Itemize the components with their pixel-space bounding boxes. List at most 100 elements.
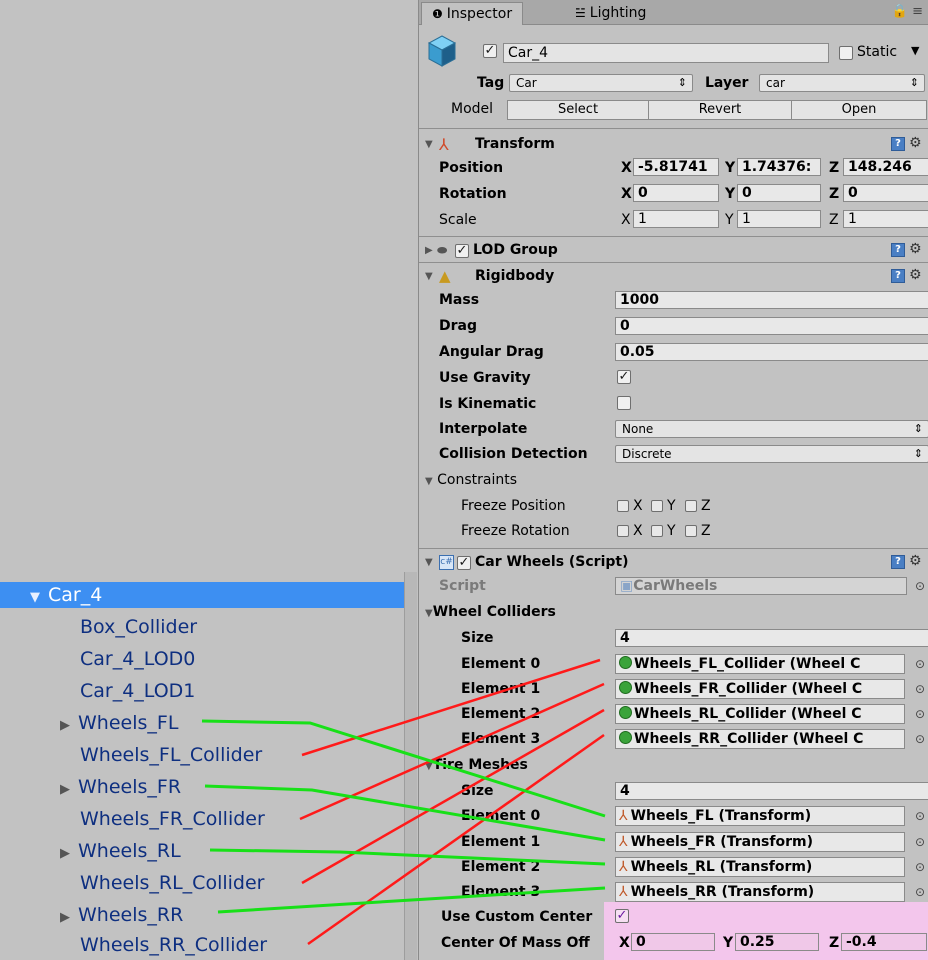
fold-arrow-icon[interactable]: ▼ <box>425 608 433 619</box>
axis-x-label[interactable]: X <box>621 160 632 176</box>
wheel-colliders-foldout[interactable]: ▼Wheel Colliders <box>425 604 556 620</box>
axis-y-label[interactable]: Y <box>725 212 734 228</box>
position-z-field[interactable]: 148.246 <box>843 158 928 176</box>
car-wheels-enabled-checkbox[interactable]: ✓ <box>457 556 471 570</box>
axis-x-label[interactable]: X <box>621 186 632 202</box>
axis-z-label[interactable]: Z <box>829 186 839 202</box>
collider-element-0-field[interactable]: Wheels_FL_Collider (Wheel C <box>615 654 905 674</box>
constraints-foldout[interactable]: ▼ Constraints <box>425 472 517 488</box>
hierarchy-item-car-4[interactable]: ▼ Car_4 <box>0 582 404 608</box>
tab-inspector[interactable]: ❶ Inspector <box>421 2 524 25</box>
hierarchy-item-car-4-lod1[interactable]: Car_4_LOD1 <box>0 678 404 704</box>
expand-arrow-icon[interactable]: ▶ <box>60 777 78 803</box>
object-picker-icon[interactable]: ⊙ <box>915 682 925 696</box>
expand-arrow-icon[interactable]: ▼ <box>0 585 48 611</box>
hierarchy-item-car-4-lod0[interactable]: Car_4_LOD0 <box>0 646 404 672</box>
object-picker-icon[interactable]: ⊙ <box>915 860 925 874</box>
hierarchy-item-wheels-fr[interactable]: ▶ Wheels_FR <box>0 774 404 800</box>
hierarchy-item-wheels-rl[interactable]: ▶ Wheels_RL <box>0 838 404 864</box>
hierarchy-item-wheels-fl[interactable]: ▶ Wheels_FL <box>0 710 404 736</box>
position-y-field[interactable]: 1.74376: <box>737 158 821 176</box>
help-icon[interactable]: ? <box>891 243 905 257</box>
interpolate-dropdown[interactable]: None ⇕ <box>615 420 928 438</box>
gear-icon[interactable]: ⚙ <box>909 135 922 151</box>
lod-group-enabled-checkbox[interactable]: ✓ <box>455 244 469 258</box>
position-x-field[interactable]: -5.81741 <box>633 158 719 176</box>
use-custom-center-checkbox[interactable]: ✓ <box>615 909 629 923</box>
hierarchy-scrollbar[interactable] <box>404 572 417 960</box>
help-icon[interactable]: ? <box>891 555 905 569</box>
freeze-rotation-y-checkbox[interactable] <box>651 525 663 537</box>
tire-element-1-field[interactable]: ⅄ Wheels_FR (Transform) <box>615 832 905 852</box>
axis-z-label[interactable]: Z <box>829 935 839 951</box>
freeze-rotation-x-checkbox[interactable] <box>617 525 629 537</box>
tire-element-3-field[interactable]: ⅄ Wheels_RR (Transform) <box>615 882 905 902</box>
use-gravity-checkbox[interactable]: ✓ <box>617 370 631 384</box>
object-name-field[interactable]: Car_4 <box>503 43 829 63</box>
freeze-position-z-checkbox[interactable] <box>685 500 697 512</box>
revert-button[interactable]: Revert <box>648 100 792 120</box>
hierarchy-item-wheels-fr-collider[interactable]: Wheels_FR_Collider <box>0 806 404 832</box>
mass-field[interactable]: 1000 <box>615 291 928 309</box>
freeze-position-x-checkbox[interactable] <box>617 500 629 512</box>
axis-z-label[interactable]: Z <box>829 212 839 228</box>
rotation-x-field[interactable]: 0 <box>633 184 719 202</box>
drag-field[interactable]: 0 <box>615 317 928 335</box>
axis-x-label[interactable]: X <box>619 935 630 951</box>
scale-z-field[interactable]: 1 <box>843 210 928 228</box>
collider-element-2-field[interactable]: Wheels_RL_Collider (Wheel C <box>615 704 905 724</box>
freeze-position-y-checkbox[interactable] <box>651 500 663 512</box>
fold-arrow-icon[interactable]: ▼ <box>425 476 433 487</box>
center-x-field[interactable]: 0 <box>631 933 715 951</box>
tire-element-0-field[interactable]: ⅄ Wheels_FL (Transform) <box>615 806 905 826</box>
center-y-field[interactable]: 0.25 <box>735 933 819 951</box>
collider-element-3-field[interactable]: Wheels_RR_Collider (Wheel C <box>615 729 905 749</box>
expand-arrow-icon[interactable]: ▶ <box>60 841 78 867</box>
scale-x-field[interactable]: 1 <box>633 210 719 228</box>
object-picker-icon[interactable]: ⊙ <box>915 809 925 823</box>
gear-icon[interactable]: ⚙ <box>909 267 922 283</box>
active-checkbox[interactable]: ✓ <box>483 44 497 58</box>
is-kinematic-checkbox[interactable] <box>617 396 631 410</box>
axis-y-label[interactable]: Y <box>723 935 733 951</box>
colliders-size-field[interactable]: 4 <box>615 629 928 647</box>
object-picker-icon[interactable]: ⊙ <box>915 707 925 721</box>
help-icon[interactable]: ? <box>891 269 905 283</box>
rotation-z-field[interactable]: 0 <box>843 184 928 202</box>
scale-y-field[interactable]: 1 <box>737 210 821 228</box>
axis-x-label[interactable]: X <box>621 212 631 228</box>
transform-header[interactable]: ▼ ⅄ Transform ? ⚙ <box>419 134 928 156</box>
expand-arrow-icon[interactable]: ▶ <box>60 713 78 739</box>
hierarchy-item-wheels-rr-collider[interactable]: Wheels_RR_Collider <box>0 932 404 958</box>
object-picker-icon[interactable]: ⊙ <box>915 885 925 899</box>
collision-detection-dropdown[interactable]: Discrete ⇕ <box>615 445 928 463</box>
angular-drag-field[interactable]: 0.05 <box>615 343 928 361</box>
hierarchy-item-wheels-rl-collider[interactable]: Wheels_RL_Collider <box>0 870 404 896</box>
tag-dropdown[interactable]: Car ⇕ <box>509 74 693 92</box>
object-picker-icon[interactable]: ⊙ <box>915 657 925 671</box>
layer-dropdown[interactable]: car ⇕ <box>759 74 925 92</box>
gear-icon[interactable]: ⚙ <box>909 553 922 569</box>
static-checkbox[interactable] <box>839 46 853 60</box>
static-dropdown-arrow-icon[interactable]: ▼ <box>911 44 919 57</box>
fold-arrow-icon[interactable]: ▼ <box>425 557 433 568</box>
select-button[interactable]: Select <box>507 100 649 120</box>
hierarchy-item-wheels-fl-collider[interactable]: Wheels_FL_Collider <box>0 742 404 768</box>
static-label[interactable]: Static <box>857 44 897 60</box>
freeze-rotation-z-checkbox[interactable] <box>685 525 697 537</box>
collider-element-1-field[interactable]: Wheels_FR_Collider (Wheel C <box>615 679 905 699</box>
axis-z-label[interactable]: Z <box>829 160 839 176</box>
rigidbody-header[interactable]: ▼ ▲ Rigidbody ? ⚙ <box>419 266 928 288</box>
rotation-y-field[interactable]: 0 <box>737 184 821 202</box>
lod-group-header[interactable]: ▶ ⬬ ✓ LOD Group ? ⚙ <box>419 240 928 262</box>
tires-size-field[interactable]: 4 <box>615 782 928 800</box>
expand-arrow-icon[interactable]: ▶ <box>60 905 78 931</box>
tab-lighting[interactable]: ☱ Lighting <box>565 2 656 24</box>
center-z-field[interactable]: -0.4 <box>841 933 927 951</box>
hierarchy-item-wheels-rr[interactable]: ▶ Wheels_RR <box>0 902 404 928</box>
open-button[interactable]: Open <box>791 100 927 120</box>
object-picker-icon[interactable]: ⊙ <box>915 732 925 746</box>
fold-arrow-icon[interactable]: ▼ <box>425 271 433 282</box>
axis-y-label[interactable]: Y <box>725 160 735 176</box>
object-picker-icon[interactable]: ⊙ <box>915 835 925 849</box>
